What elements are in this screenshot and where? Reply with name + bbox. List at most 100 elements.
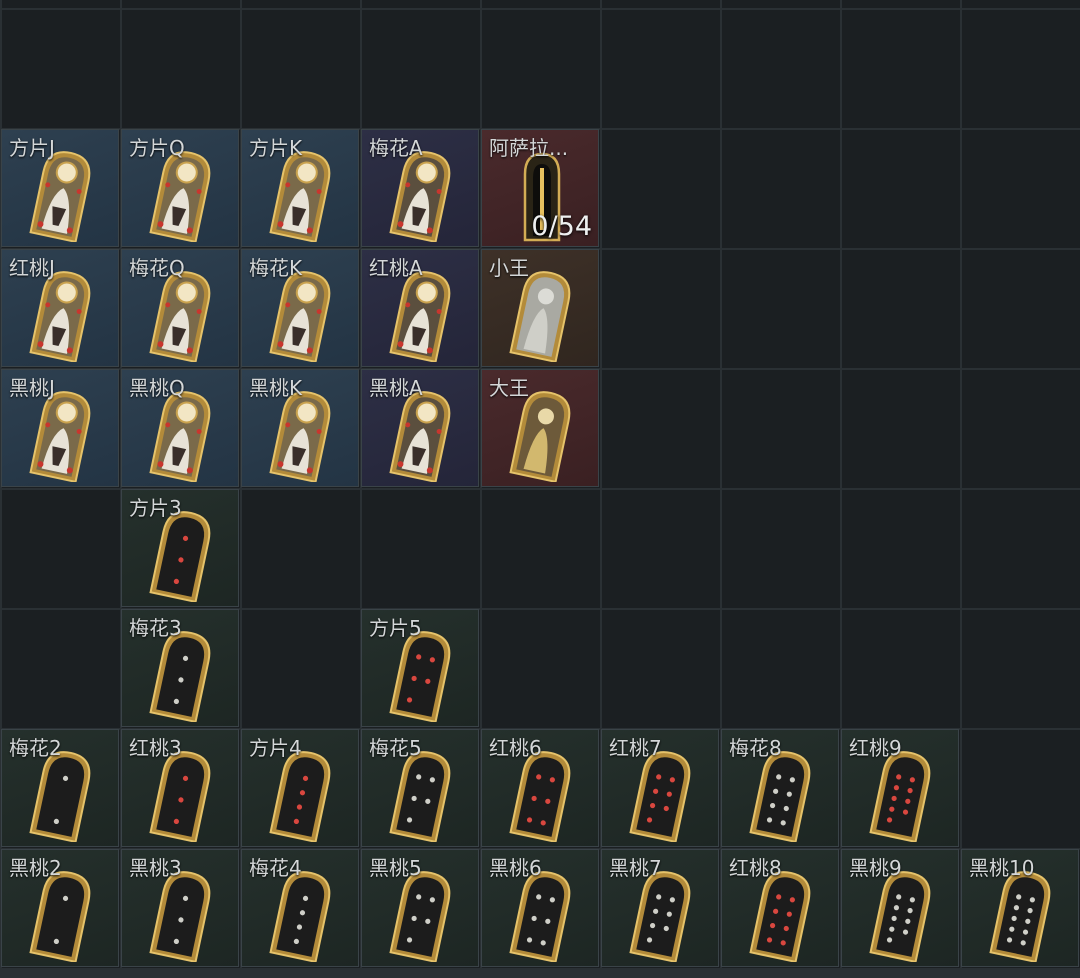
item-name-label: 黑桃5 — [369, 856, 422, 880]
ace-card-icon — [389, 148, 455, 242]
item-name-label: 黑桃J — [9, 376, 55, 400]
inventory-slot[interactable]: 方片K — [241, 129, 359, 247]
number-card-icon — [629, 868, 695, 962]
inventory-slot[interactable]: 方片3 — [121, 489, 239, 607]
inventory-slot[interactable]: 黑桃K — [241, 369, 359, 487]
item-name-label: 红桃7 — [609, 736, 662, 760]
face-card-icon — [149, 148, 215, 242]
item-name-label: 方片J — [9, 136, 55, 160]
number-card-icon — [149, 868, 215, 962]
inventory-slot[interactable]: 黑桃5 — [361, 849, 479, 967]
inventory-grid: 方片J 方片Q 方片K 梅花A 阿萨拉... 0/54 红桃J 梅花Q 梅花K 红桃A 小王黑桃J 黑… — [0, 0, 1080, 978]
face-card-icon — [29, 388, 95, 482]
item-name-label: 黑桃Q — [129, 376, 185, 400]
item-name-label: 红桃6 — [489, 736, 542, 760]
inventory-slot[interactable]: 红桃7 — [601, 729, 719, 847]
face-card-icon — [149, 268, 215, 362]
number-card-icon — [509, 748, 575, 842]
inventory-slot[interactable]: 黑桃10 — [961, 849, 1079, 967]
inventory-slot[interactable]: 方片J — [1, 129, 119, 247]
item-name-label: 红桃3 — [129, 736, 182, 760]
inventory-slot[interactable]: 黑桃6 — [481, 849, 599, 967]
item-name-label: 方片K — [249, 136, 303, 160]
inventory-slot[interactable]: 梅花K — [241, 249, 359, 367]
inventory-slot[interactable]: 梅花A — [361, 129, 479, 247]
grid-bottom-edge — [0, 968, 1080, 978]
item-name-label: 梅花4 — [249, 856, 302, 880]
inventory-slot[interactable]: 方片4 — [241, 729, 359, 847]
inventory-slot[interactable]: 梅花4 — [241, 849, 359, 967]
number-card-icon — [749, 868, 815, 962]
inventory-slot[interactable]: 红桃6 — [481, 729, 599, 847]
number-card-icon — [629, 748, 695, 842]
inventory-slot[interactable]: 梅花Q — [121, 249, 239, 367]
inventory-slot[interactable]: 红桃8 — [721, 849, 839, 967]
inventory-slot[interactable]: 梅花2 — [1, 729, 119, 847]
face-card-icon — [269, 148, 335, 242]
item-name-label: 阿萨拉... — [489, 136, 569, 160]
collection-count: 0/54 — [531, 211, 592, 242]
face-card-icon — [269, 268, 335, 362]
inventory-slot[interactable]: 大王 — [481, 369, 599, 487]
number-card-icon — [869, 868, 935, 962]
item-name-label: 红桃8 — [729, 856, 782, 880]
number-card-icon — [29, 748, 95, 842]
face-card-icon — [29, 268, 95, 362]
inventory-slot[interactable]: 黑桃Q — [121, 369, 239, 487]
inventory-slot[interactable]: 梅花5 — [361, 729, 479, 847]
number-card-icon — [509, 868, 575, 962]
ace-card-icon — [389, 268, 455, 362]
item-name-label: 梅花K — [249, 256, 303, 280]
item-name-label: 红桃J — [9, 256, 55, 280]
number-card-icon — [389, 748, 455, 842]
item-name-label: 梅花3 — [129, 616, 182, 640]
number-card-icon — [749, 748, 815, 842]
item-name-label: 红桃A — [369, 256, 423, 280]
number-card-icon — [869, 748, 935, 842]
inventory-slot[interactable]: 梅花8 — [721, 729, 839, 847]
item-name-label: 梅花A — [369, 136, 423, 160]
number-card-icon — [149, 508, 215, 602]
item-name-label: 小王 — [489, 256, 529, 280]
item-name-label: 黑桃K — [249, 376, 303, 400]
number-card-icon — [149, 748, 215, 842]
item-name-label: 大王 — [489, 376, 529, 400]
number-card-icon — [269, 868, 335, 962]
number-card-icon — [269, 748, 335, 842]
inventory-slot[interactable]: 方片5 — [361, 609, 479, 727]
inventory-slot[interactable]: 黑桃7 — [601, 849, 719, 967]
inventory-slot[interactable]: 红桃3 — [121, 729, 239, 847]
item-name-label: 黑桃A — [369, 376, 423, 400]
item-name-label: 方片3 — [129, 496, 182, 520]
item-name-label: 梅花5 — [369, 736, 422, 760]
inventory-slot[interactable]: 梅花3 — [121, 609, 239, 727]
number-card-icon — [149, 628, 215, 722]
item-name-label: 方片4 — [249, 736, 302, 760]
inventory-slot[interactable]: 阿萨拉... 0/54 — [481, 129, 599, 247]
inventory-slot[interactable]: 黑桃J — [1, 369, 119, 487]
ace-card-icon — [389, 388, 455, 482]
item-name-label: 黑桃2 — [9, 856, 62, 880]
face-card-icon — [269, 388, 335, 482]
little-joker-card-icon — [509, 268, 575, 362]
number-card-icon — [389, 628, 455, 722]
item-name-label: 黑桃6 — [489, 856, 542, 880]
inventory-slot[interactable]: 黑桃A — [361, 369, 479, 487]
number-card-icon — [389, 868, 455, 962]
inventory-slot[interactable]: 黑桃3 — [121, 849, 239, 967]
inventory-slot[interactable]: 红桃J — [1, 249, 119, 367]
item-name-label: 红桃9 — [849, 736, 902, 760]
face-card-icon — [29, 148, 95, 242]
item-name-label: 梅花8 — [729, 736, 782, 760]
inventory-slot[interactable]: 小王 — [481, 249, 599, 367]
inventory-slot[interactable]: 黑桃9 — [841, 849, 959, 967]
inventory-slot[interactable]: 红桃A — [361, 249, 479, 367]
number-card-icon — [989, 868, 1055, 962]
inventory-slot[interactable]: 方片Q — [121, 129, 239, 247]
inventory-slot[interactable]: 黑桃2 — [1, 849, 119, 967]
number-card-icon — [29, 868, 95, 962]
item-name-label: 方片Q — [129, 136, 185, 160]
face-card-icon — [149, 388, 215, 482]
inventory-slot[interactable]: 红桃9 — [841, 729, 959, 847]
item-name-label: 方片5 — [369, 616, 422, 640]
